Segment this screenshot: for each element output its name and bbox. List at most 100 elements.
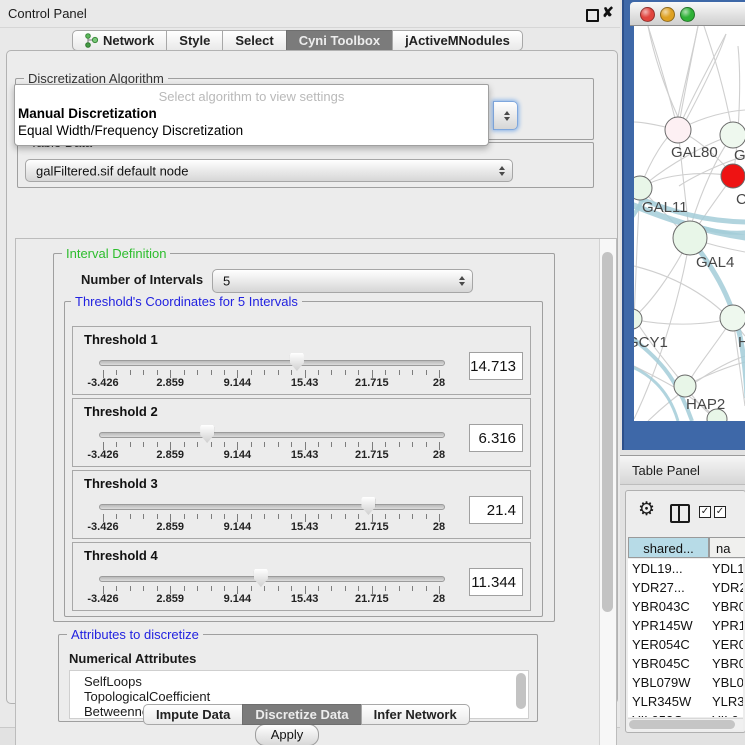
threshold-value-field[interactable]: 14.713 [469, 352, 523, 380]
attribute-item-selfloops[interactable]: SelfLoops [84, 674, 142, 689]
tab-cyni-toolbox[interactable]: Cyni Toolbox [286, 30, 393, 51]
checkbox-icon[interactable]: ✓ [714, 506, 726, 518]
number-of-intervals-combo[interactable]: 5 [212, 269, 473, 293]
algorithm-option-equal-width-frequency-discretization[interactable]: Equal Width/Frequency Discretization [17, 123, 487, 139]
slider-tick-mark [345, 586, 346, 591]
settings-scrollbar-thumb[interactable] [602, 252, 613, 612]
close-icon[interactable]: ✘ [602, 4, 614, 21]
slider-tick-mark [331, 442, 332, 447]
slider-tick-mark [184, 586, 185, 591]
table-row[interactable]: YIL052CYIL0 [628, 711, 743, 717]
float-icon[interactable] [586, 9, 599, 22]
slider-track[interactable] [99, 504, 445, 510]
network-node-label: GA [734, 147, 745, 164]
network-node[interactable] [674, 375, 696, 397]
control-panel-window: Control Panel ✘ NetworkStyle Select Cyni T… [0, 0, 620, 728]
network-canvas[interactable]: GAL80GACGAL11GAL4GCY1HHAP2 [634, 26, 745, 421]
threshold-label: Threshold 3 [84, 476, 158, 491]
slider-tick-mark [385, 586, 386, 591]
network-node[interactable] [673, 221, 707, 255]
zoom-button[interactable] [680, 7, 695, 22]
table-row[interactable]: YBL079WYBL0 [628, 673, 743, 692]
apply-button[interactable]: Apply [255, 724, 319, 745]
slider-track[interactable] [99, 576, 445, 582]
slider-thumb[interactable] [290, 353, 304, 371]
table-row[interactable]: YDR27... YDR2 [628, 578, 743, 597]
cell-name: YDR2 [712, 578, 743, 597]
network-node[interactable] [634, 309, 642, 329]
slider-tick-label: -3.426 [73, 521, 133, 533]
cell-shared-name: YDR27... [632, 578, 685, 597]
slider-tick-mark [197, 370, 198, 375]
column-header-na[interactable]: na [709, 537, 745, 558]
slider-tick-mark [211, 442, 212, 447]
tab-infer-network[interactable]: Infer Network [361, 704, 470, 725]
slider-tick-mark [157, 442, 158, 447]
network-edge [648, 26, 678, 130]
table-row[interactable]: YDL19...YDL1 [628, 559, 743, 578]
tab-select[interactable]: Select [222, 30, 286, 51]
table-row[interactable]: YPR145WYPR1 [628, 616, 743, 635]
slider-tick-mark [426, 370, 427, 375]
combo-arrows-icon [459, 276, 465, 286]
network-node[interactable] [720, 122, 745, 148]
attributes-list-scrollbar[interactable] [516, 673, 526, 709]
slider-thumb[interactable] [361, 497, 375, 515]
network-node[interactable] [665, 117, 691, 143]
tab-impute-data[interactable]: Impute Data [143, 704, 243, 725]
slider-tick-mark [197, 514, 198, 519]
slider-track[interactable] [99, 360, 445, 366]
slider-tick-mark [385, 442, 386, 447]
control-panel-header: Control Panel ✘ [0, 0, 620, 28]
tab-jactivemnodules[interactable]: jActiveMNodules [392, 30, 523, 51]
algorithm-option-manual-discretization[interactable]: Manual Discretization [17, 106, 487, 122]
slider-tick-mark [331, 514, 332, 519]
table-row[interactable]: YBR043CYBR0 [628, 597, 743, 616]
close-button[interactable] [640, 7, 655, 22]
column-header-shared[interactable]: shared... [628, 537, 709, 558]
slider-tick-mark [184, 370, 185, 375]
slider-tick-mark [278, 586, 279, 591]
slider-thumb[interactable] [254, 569, 268, 587]
minimize-button[interactable] [660, 7, 675, 22]
algorithm-combo-fragment[interactable] [493, 101, 518, 130]
slider-tick-mark [184, 442, 185, 447]
tab-network[interactable]: Network [72, 30, 167, 51]
threshold-value-field[interactable]: 21.4 [469, 496, 523, 524]
table-data-combo[interactable]: galFiltered.sif default node [25, 159, 513, 182]
threshold-value-field[interactable]: 6.316 [469, 424, 523, 452]
slider-tick-mark [426, 586, 427, 591]
table-row[interactable]: YLR345WYLR3 [628, 692, 743, 711]
threshold-value-field[interactable]: 11.344 [469, 568, 523, 596]
slider-tick-mark [385, 370, 386, 375]
slider-tick-mark [130, 514, 131, 519]
slider-tick-mark [358, 514, 359, 519]
slider-tick-mark [130, 442, 131, 447]
table-row[interactable]: YER054CYER0 [628, 635, 743, 654]
network-node-label: GAL11 [642, 199, 688, 216]
slider-tick-mark [426, 514, 427, 519]
slider-track[interactable] [99, 432, 445, 438]
table-horizontal-scrollbar [628, 718, 743, 730]
cell-name: YBR0 [712, 654, 743, 673]
gear-icon[interactable]: ⚙ [638, 499, 655, 521]
slider-tick-mark [358, 442, 359, 447]
network-window-titlebar[interactable] [630, 2, 745, 26]
checkbox-icon[interactable]: ✓ [699, 506, 711, 518]
table-hscrollbar-thumb[interactable] [629, 720, 735, 729]
tab-label: Select [235, 30, 273, 51]
tab-discretize-data[interactable]: Discretize Data [242, 704, 361, 725]
slider-tick-label: -3.426 [73, 449, 133, 461]
cell-shared-name: YPR145W [632, 616, 693, 635]
columns-icon[interactable] [670, 504, 690, 523]
network-node[interactable] [720, 305, 745, 331]
attribute-item-topologicalcoefficient[interactable]: TopologicalCoefficient [84, 689, 210, 704]
slider-tick-mark [278, 442, 279, 447]
control-panel-title: Control Panel [8, 6, 87, 21]
network-node[interactable] [634, 176, 652, 200]
network-node[interactable] [721, 164, 745, 188]
threshold-panel: Threshold 2-3.4262.8599.14415.4321.71528… [72, 398, 531, 467]
slider-thumb[interactable] [200, 425, 214, 443]
tab-style[interactable]: Style [166, 30, 223, 51]
table-row[interactable]: YBR045CYBR0 [628, 654, 743, 673]
